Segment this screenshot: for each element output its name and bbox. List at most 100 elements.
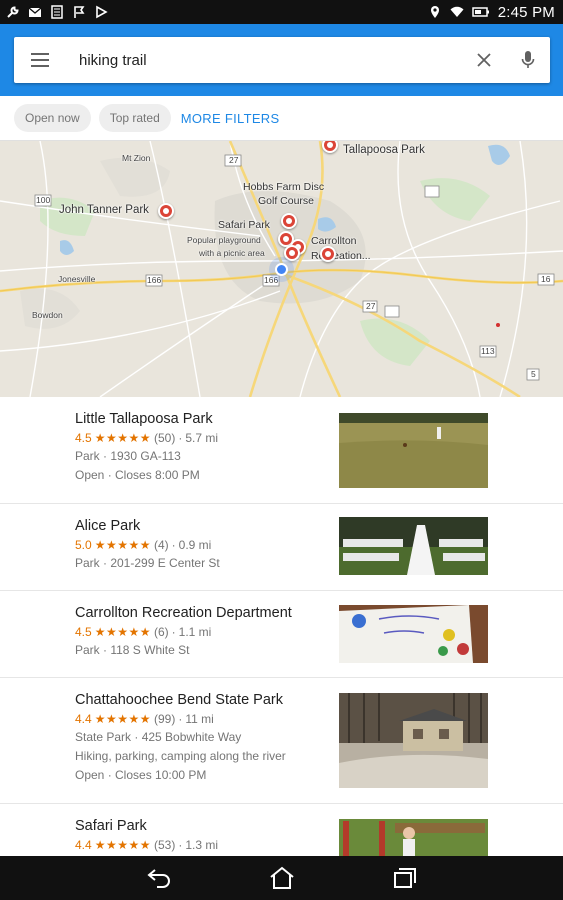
wedding-aisle-photo-image [339, 517, 488, 575]
microphone-icon [521, 51, 535, 68]
distance: 0.9 mi [178, 538, 212, 552]
distance: 5.7 mi [185, 431, 219, 445]
location-icon [430, 6, 439, 18]
star-rating-icon: ★★★★★ [94, 625, 151, 639]
result-name: Carrollton Recreation Department [75, 605, 292, 621]
distance: 1.3 mi [185, 838, 219, 852]
map-route-166: 166 [147, 275, 162, 285]
star-rating-icon: ★★★★★ [94, 838, 151, 852]
map-route-113: 113 [481, 346, 495, 356]
map-label-tallapoosa-park: Tallapoosa Park [343, 144, 425, 156]
result-rating: 4.5 ★★★★★ (50) · 5.7 mi [75, 431, 330, 445]
separator: · [171, 625, 176, 639]
result-address: Park · 1930 GA-113 [75, 449, 181, 463]
hamburger-menu-icon [31, 53, 49, 67]
map-label-hobbs-2: Golf Course [258, 195, 315, 207]
system-nav-bar [0, 856, 563, 900]
result-info: Chattahoochee Bend State Park 4.4 ★★★★★ … [75, 692, 335, 787]
review-count: (6) [153, 625, 169, 639]
map-route-100: 100 [36, 195, 51, 205]
map-label-mt-zion: Mt Zion [122, 153, 151, 163]
result-address: Park · 118 S White St [75, 643, 190, 657]
result-name: Chattahoochee Bend State Park [75, 692, 283, 708]
my-location-dot [275, 263, 288, 276]
map-pin-playground-2[interactable] [284, 245, 300, 261]
cabin-photo-image [339, 693, 488, 788]
home-icon [269, 866, 294, 889]
map-label-bowdon: Bowdon [32, 310, 63, 320]
result-rating: 4.4 ★★★★★ (99) · 11 mi [75, 712, 335, 726]
voice-search-button[interactable] [506, 37, 550, 83]
list-item[interactable]: Alice Park 5.0 ★★★★★ (4) · 0.9 mi Park ·… [0, 504, 563, 591]
status-right-icons: 2:45 PM [428, 4, 555, 21]
list-item[interactable]: Little Tallapoosa Park 4.5 ★★★★★ (50) · … [0, 397, 563, 504]
review-count: (4) [153, 538, 169, 552]
back-icon [146, 869, 170, 888]
filter-chip-open-now[interactable]: Open now [14, 104, 91, 132]
status-bar: 2:45 PM [0, 0, 563, 24]
result-rating: 4.5 ★★★★★ (6) · 1.1 mi [75, 625, 330, 639]
filter-chip-top-rated[interactable]: Top rated [98, 104, 171, 132]
back-button[interactable] [140, 858, 180, 898]
search-box[interactable]: hiking trail [14, 37, 550, 83]
result-name: Little Tallapoosa Park [75, 411, 213, 427]
review-count: (50) [153, 431, 176, 445]
separator: · [171, 538, 176, 552]
play-icon [96, 5, 108, 19]
result-rating: 4.4 ★★★★★ (53) · 1.3 mi [75, 838, 330, 852]
result-info: Little Tallapoosa Park 4.5 ★★★★★ (50) · … [75, 411, 330, 487]
map-route-16: 16 [541, 274, 551, 284]
map-pin-safari-park[interactable] [281, 213, 297, 229]
separator: · [178, 431, 183, 445]
result-photo[interactable] [339, 413, 488, 488]
map-pin-john-tanner[interactable] [158, 203, 174, 219]
result-photo[interactable] [339, 605, 488, 663]
home-button[interactable] [262, 858, 302, 898]
menu-button[interactable] [14, 37, 66, 83]
clock: 2:45 PM [497, 3, 555, 21]
result-address: Park · 201-299 E Center St [75, 556, 220, 570]
result-rating: 5.0 ★★★★★ (4) · 0.9 mi [75, 538, 330, 552]
filter-bar: Open now Top rated MORE FILTERS [0, 96, 563, 141]
map-label-carrollton-1: Carrollton [311, 235, 357, 247]
map-pin-carrollton-recreation[interactable] [320, 246, 336, 262]
list-item[interactable]: Carrollton Recreation Department 4.5 ★★★… [0, 591, 563, 678]
result-address: State Park · 425 Bobwhite Way [75, 730, 242, 744]
wrench-icon [7, 6, 19, 18]
sim-icon [51, 5, 63, 19]
result-photo[interactable] [339, 517, 488, 575]
app-bar: hiking trail [0, 24, 563, 96]
battery-icon [471, 7, 489, 17]
separator: · [178, 838, 183, 852]
playground-photo-image [339, 819, 488, 856]
map-label-jonesville: Jonesville [58, 274, 96, 284]
result-photo[interactable] [339, 693, 488, 788]
result-info: Carrollton Recreation Department 4.5 ★★★… [75, 605, 330, 662]
recents-icon [393, 868, 416, 888]
map-route-27: 27 [229, 155, 239, 165]
map-route-5: 5 [531, 369, 536, 379]
review-count: (99) [153, 712, 176, 726]
map-label-popular-1: Popular playground [187, 235, 261, 245]
result-photo[interactable] [339, 819, 488, 856]
result-hours: Open · Closes 8:00 PM [75, 468, 200, 482]
recents-button[interactable] [384, 858, 424, 898]
result-name: Safari Park [75, 818, 147, 834]
more-filters-button[interactable]: MORE FILTERS [181, 111, 280, 126]
results-list: Little Tallapoosa Park 4.5 ★★★★★ (50) · … [0, 397, 563, 856]
mail-icon [28, 7, 42, 17]
result-name: Alice Park [75, 518, 141, 534]
clear-search-button[interactable] [462, 37, 506, 83]
search-input[interactable]: hiking trail [66, 52, 462, 69]
map-label-hobbs-1: Hobbs Farm Disc [243, 181, 325, 193]
result-hours: Open · Closes 10:00 PM [75, 768, 207, 782]
map-view[interactable]: 27 100 166 166 16 5 113 27 Tallapoosa Pa… [0, 141, 563, 397]
map-route-166b: 166 [264, 275, 279, 285]
star-rating-icon: ★★★★★ [94, 431, 151, 445]
list-item[interactable]: Chattahoochee Bend State Park 4.4 ★★★★★ … [0, 678, 563, 804]
list-item[interactable]: Safari Park 4.4 ★★★★★ (53) · 1.3 mi [0, 804, 563, 856]
result-info: Safari Park 4.4 ★★★★★ (53) · 1.3 mi [75, 818, 330, 856]
map-route-27b: 27 [366, 301, 376, 311]
rating-score: 5.0 [75, 538, 92, 552]
separator: · [178, 712, 183, 726]
